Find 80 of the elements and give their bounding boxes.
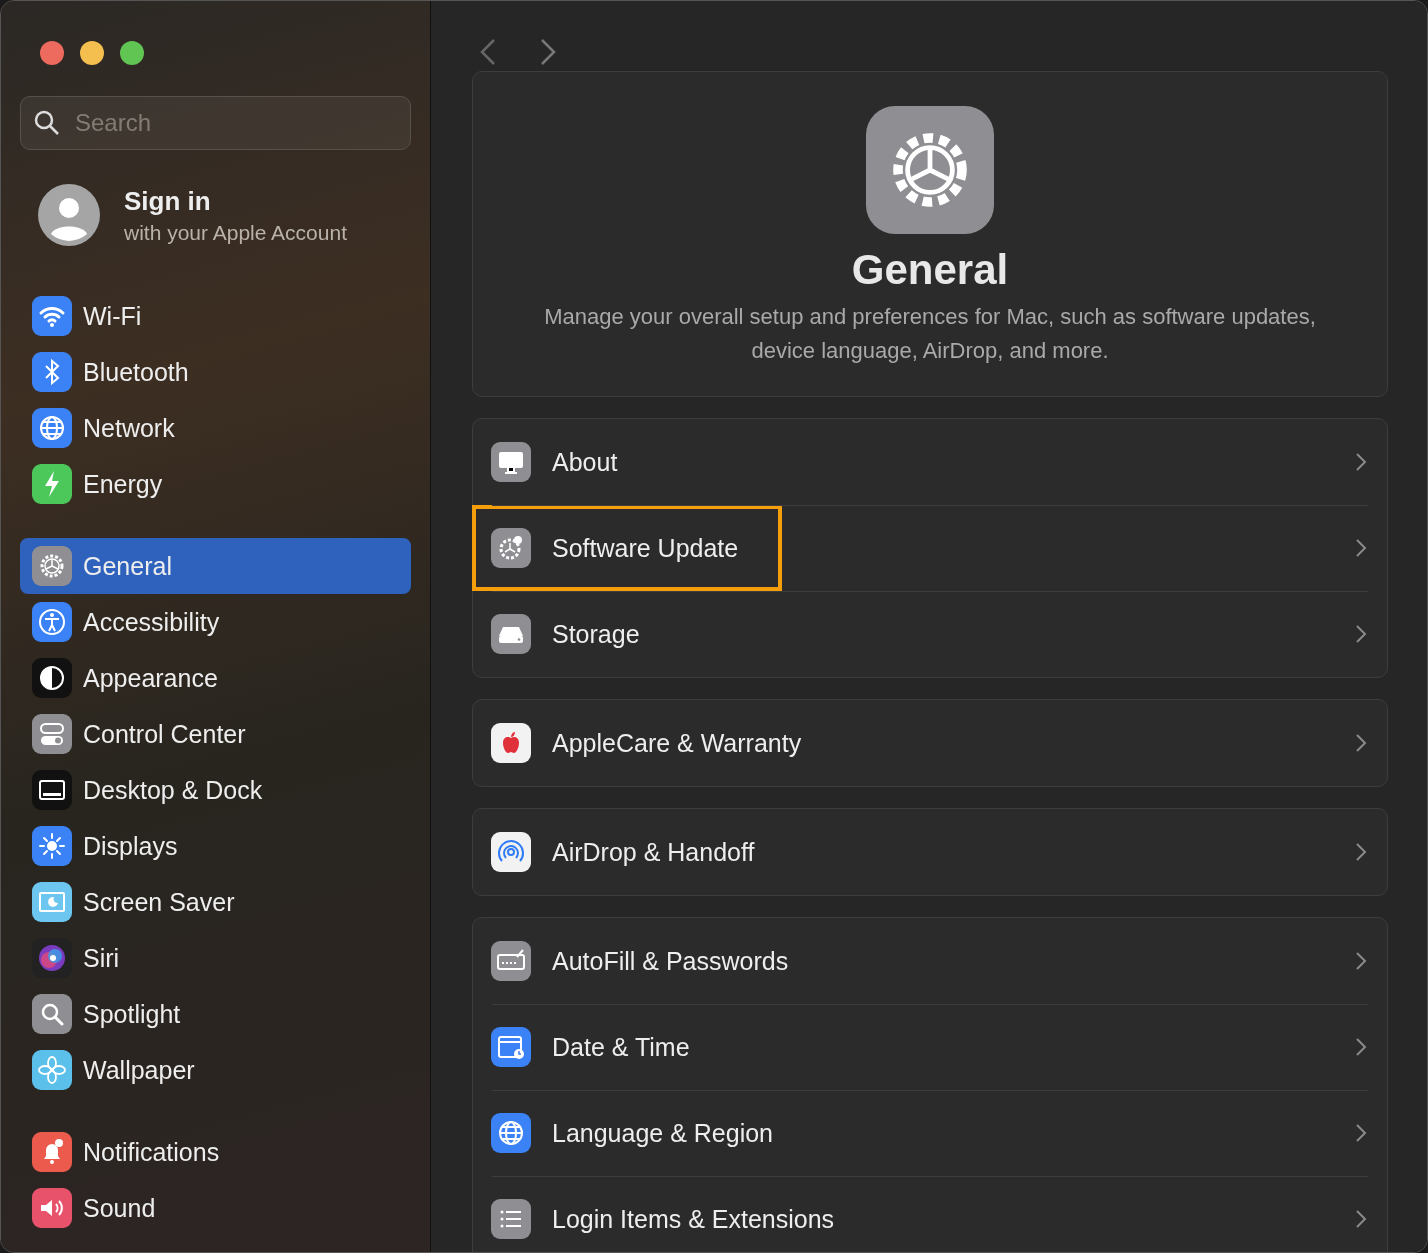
list-icon [491, 1199, 531, 1239]
sidebar-item[interactable]: Siri [20, 930, 411, 986]
chevron-icon [1355, 733, 1367, 753]
calendar-icon [491, 1027, 531, 1067]
close-button[interactable] [40, 41, 64, 65]
window-icon [32, 770, 72, 810]
chevron-icon [1355, 538, 1367, 558]
sidebar-item[interactable]: Control Center [20, 706, 411, 762]
sidebar-item[interactable]: Wi-Fi [20, 288, 411, 344]
sign-in-subtitle: with your Apple Account [124, 220, 347, 245]
sidebar-item[interactable]: Network [20, 400, 411, 456]
chevron-icon [1355, 624, 1367, 644]
row-label: About [552, 447, 618, 477]
sidebar-item[interactable]: Bluetooth [20, 344, 411, 400]
settings-row[interactable]: Software Update [473, 505, 1387, 591]
gear-icon [32, 546, 72, 586]
lightning-icon [32, 464, 72, 504]
apple-icon [491, 723, 531, 763]
sun-icon [32, 826, 72, 866]
monitor-icon [491, 442, 531, 482]
gear-icon [491, 528, 531, 568]
zoom-button[interactable] [120, 41, 144, 65]
speaker-icon [32, 1188, 72, 1228]
chevron-icon [1355, 452, 1367, 472]
row-label: Login Items & Extensions [552, 1204, 835, 1234]
back-icon[interactable] [478, 37, 498, 67]
settings-row[interactable]: AirDrop & Handoff [473, 809, 1387, 895]
sidebar-item[interactable]: Wallpaper [20, 1042, 411, 1098]
search-field[interactable]: Search [20, 96, 411, 150]
avatar-icon[interactable] [38, 184, 100, 246]
sign-in-title[interactable]: Sign in [124, 185, 347, 217]
chevron-icon [1355, 1209, 1367, 1229]
minimize-button[interactable] [80, 41, 104, 65]
settings-row[interactable]: Language & Region [473, 1090, 1387, 1176]
sidebar-item[interactable]: Appearance [20, 650, 411, 706]
chevron-icon [1355, 842, 1367, 862]
gear-icon [866, 106, 994, 234]
globe-icon [491, 1113, 531, 1153]
orb-icon [32, 938, 72, 978]
sidebar-item[interactable]: Sound [20, 1180, 411, 1236]
page-title: General [851, 246, 1009, 294]
accessibility-icon [32, 602, 72, 642]
settings-row[interactable]: Date & Time [473, 1004, 1387, 1090]
sidebar-item[interactable]: General [20, 538, 411, 594]
chevron-icon [1355, 951, 1367, 971]
search-icon [34, 110, 60, 136]
sidebar-item[interactable]: Notifications [20, 1124, 411, 1180]
flower-icon [32, 1050, 72, 1090]
sidebar-item[interactable]: Desktop & Dock [20, 762, 411, 818]
bluetooth-icon [32, 352, 72, 392]
rings-icon [491, 832, 531, 872]
settings-row[interactable]: AutoFill & Passwords [473, 918, 1387, 1004]
magnifier-icon [32, 994, 72, 1034]
row-label: Date & Time [552, 1032, 690, 1062]
drive-icon [491, 614, 531, 654]
sidebar-item[interactable]: Screen Saver [20, 874, 411, 930]
row-label: Language & Region [552, 1118, 774, 1148]
bell-icon [32, 1132, 72, 1172]
screen-icon [32, 882, 72, 922]
settings-row[interactable]: About [473, 419, 1387, 505]
settings-row[interactable]: Storage [473, 591, 1387, 677]
settings-row[interactable]: Login Items & Extensions [473, 1176, 1387, 1252]
page-description: Manage your overall setup and preferences for Mac, such as software updates, device language, AirDrop, and more. [543, 303, 1317, 365]
row-label: AirDrop & Handoff [552, 837, 755, 867]
chevron-icon [1355, 1037, 1367, 1057]
row-label: AppleCare & Warranty [552, 728, 802, 758]
row-label: AutoFill & Passwords [552, 946, 789, 976]
row-label: Software Update [552, 533, 739, 563]
forward-icon[interactable] [538, 37, 558, 67]
sidebar-item[interactable]: Energy [20, 456, 411, 512]
sidebar-item[interactable]: Accessibility [20, 594, 411, 650]
globe-icon [32, 408, 72, 448]
toggles-icon [32, 714, 72, 754]
keyboard-icon [491, 941, 531, 981]
wifi-icon [32, 296, 72, 336]
chevron-icon [1355, 1123, 1367, 1143]
sidebar-item[interactable]: Spotlight [20, 986, 411, 1042]
settings-row[interactable]: AppleCare & Warranty [473, 700, 1387, 786]
sidebar-item[interactable]: Displays [20, 818, 411, 874]
row-label: Storage [552, 619, 640, 649]
